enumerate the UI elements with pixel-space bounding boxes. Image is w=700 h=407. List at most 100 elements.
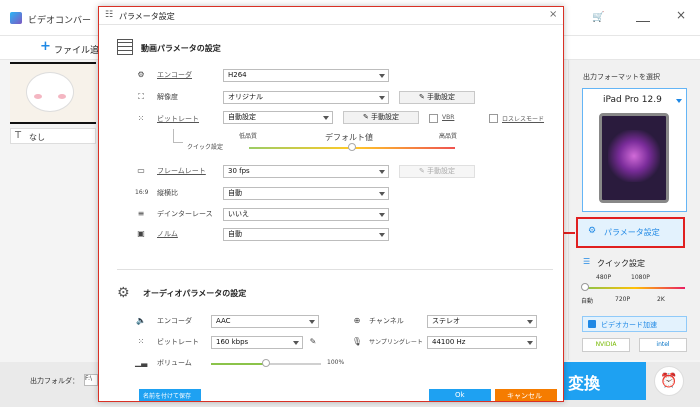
video-section-title: 動画パラメータの設定 [141,44,221,53]
quality-slider-knob[interactable] [581,283,589,291]
vbr-checkbox[interactable] [429,114,438,123]
volume-slider-fill [211,363,266,365]
subtitle-value: なし [29,133,45,142]
app-title: ビデオコンバー [28,16,92,26]
bitrate-select[interactable]: 自動設定 [223,111,333,124]
channel-label: チャンネル [369,317,404,325]
encoder-select[interactable]: H264 [223,69,389,82]
aspect-value: 自動 [228,189,242,197]
chevron-down-icon [379,192,385,196]
samplerate-select[interactable]: 44100 Hz [427,336,537,349]
bitrate-label[interactable]: ビットレート [157,114,199,124]
audio-bitrate-icon: ⁙ [137,337,145,346]
output-path-field[interactable]: F:\ [84,374,98,386]
tree-connector [173,129,183,143]
settings-icon: ☷ [105,10,114,20]
audio-section-title: オーディオパラメータの設定 [143,289,247,298]
convert-button[interactable]: 変換 [552,362,646,400]
framerate-label[interactable]: フレームレート [157,166,206,176]
add-file-button[interactable]: ファイル追加 [54,43,98,56]
minimize-icon[interactable] [636,12,650,22]
channel-select[interactable]: ステレオ [427,315,537,328]
lossless-checkbox[interactable] [489,114,498,123]
resolution-value: オリジナル [228,93,263,101]
norm-label[interactable]: ノルム [157,229,178,239]
aspect-label: 縦横比 [157,189,178,197]
cancel-button[interactable]: キャンセル [495,389,557,401]
cancel-label: キャンセル [507,392,542,400]
save-as-button[interactable]: 名前を付けて保存 [139,389,201,401]
vbr-label[interactable]: VBR [442,114,454,121]
quality-label-top-1: 480P [596,274,612,281]
bitrate-manual-button[interactable]: ✎ 手動設定 [343,111,419,124]
framerate-select[interactable]: 30 fps [223,165,389,178]
chevron-down-icon [293,341,299,345]
quality-label-bottom-2: 720P [615,296,631,303]
cart-icon[interactable]: 🛒 [592,12,604,23]
aspect-select[interactable]: 自動 [223,187,389,200]
pencil-icon: ✎ [418,167,428,175]
volume-icon: ▁▃ [135,358,148,367]
encoder-icon: ⚙ [137,70,145,79]
right-panel: 出力フォーマットを選択 iPad Pro 12.9 ☰ クイック設定 480P … [568,60,700,360]
resolution-manual-label: 手動設定 [427,93,456,101]
video-card-toggle[interactable]: ビデオカード加速 [582,316,687,332]
bitrate-manual-label: 手動設定 [371,113,400,121]
framerate-manual-button[interactable]: ✎ 手動設定 [399,165,475,178]
dialog-header: ☷ パラメータ設定 × [99,7,563,25]
close-icon[interactable]: × [549,9,557,20]
volume-slider-knob[interactable] [262,359,270,367]
device-card[interactable]: iPad Pro 12.9 [582,88,687,212]
audio-encoder-select[interactable]: AAC [211,315,319,328]
film-icon [117,39,133,55]
chip-icon [588,320,596,328]
chevron-down-icon [379,233,385,237]
save-as-label: 名前を付けて保存 [143,393,192,400]
nvidia-badge: NVIDIA [582,338,630,352]
quick-setting-label: クイック設定 [187,144,224,151]
close-window-icon[interactable]: × [676,8,686,22]
character-cheek [34,94,42,99]
parameter-settings-label: パラメータ設定 [604,228,660,237]
chevron-down-icon[interactable] [676,99,682,103]
pencil-icon[interactable]: ✎ [307,336,319,347]
alarm-clock-icon[interactable]: ⏰ [654,366,684,396]
ok-button[interactable]: Ok [429,389,491,401]
resolution-select[interactable]: オリジナル [223,91,389,104]
video-thumbnail[interactable] [10,62,96,124]
monitor-icon: ▣ [137,229,145,238]
quality-slider-knob[interactable] [348,143,356,151]
subtitle-row[interactable]: T なし [10,128,96,144]
ipad-image [599,113,669,203]
chevron-down-icon [309,320,315,324]
audio-settings-icon: ⚙ [117,285,130,301]
pencil-icon: ✎ [418,93,428,101]
samplerate-label: サンプリングレート [369,339,423,346]
deinterlace-select[interactable]: いいえ [223,208,389,221]
parameter-settings-button[interactable]: ⚙ パラメータ設定 [576,217,685,248]
lossless-label[interactable]: ロスレスモード [502,114,544,123]
volume-value: 100% [327,359,345,366]
channel-icon: ⊕ [353,316,361,325]
deinterlace-icon: ≡ [137,209,145,218]
volume-label: ボリューム [157,359,192,367]
chevron-down-icon [379,213,385,217]
chevron-down-icon [379,170,385,174]
intel-badge: intel [639,338,687,352]
encoder-label[interactable]: エンコーダ [157,70,192,80]
resolution-icon: ⛶ [138,92,144,101]
format-label: 出力フォーマットを選択 [583,73,660,81]
speaker-icon: 🔈 [136,316,146,325]
microphone-icon: 🎙 [351,337,363,346]
bitrate-value: 自動設定 [228,113,256,121]
norm-select[interactable]: 自動 [223,228,389,241]
text-icon: T [15,130,22,141]
parameter-dialog: ☷ パラメータ設定 × 動画パラメータの設定 ⚙ エンコーダ H264 ⛶ 解像… [98,6,564,402]
ipad-screen-art [608,130,660,182]
audio-encoder-value: AAC [216,317,231,325]
quality-slider-track[interactable] [585,287,685,289]
resolution-manual-button[interactable]: ✎ 手動設定 [399,91,475,104]
audio-bitrate-select[interactable]: 160 kbps [211,336,303,349]
add-icon[interactable]: + [40,39,51,54]
output-folder-label: 出力フォルダ： [30,377,79,385]
